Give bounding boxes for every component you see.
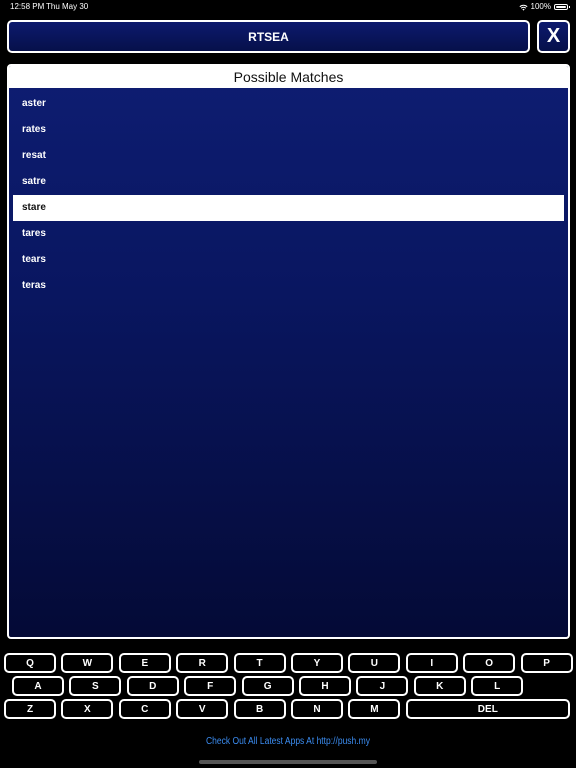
battery-icon [554, 4, 570, 10]
clear-button[interactable]: X [537, 20, 570, 53]
key-e[interactable]: E [118, 653, 171, 673]
word-input-display[interactable]: RTSEA [7, 20, 530, 53]
key-o[interactable]: O [463, 653, 516, 673]
key-w[interactable]: W [61, 653, 114, 673]
matches-panel: Possible Matches aster rates resat satre sta… [7, 64, 570, 639]
key-x[interactable]: X [61, 699, 114, 719]
key-del[interactable]: DEL [405, 699, 570, 719]
key-s[interactable]: S [69, 676, 122, 696]
key-v[interactable]: V [176, 699, 229, 719]
match-item[interactable]: resat [13, 143, 564, 169]
match-item[interactable]: stare [13, 195, 564, 221]
key-m[interactable]: M [348, 699, 401, 719]
key-b[interactable]: B [233, 699, 286, 719]
key-l[interactable]: L [471, 676, 524, 696]
match-item[interactable]: tares [13, 221, 564, 247]
footer-apps-link[interactable]: Check Out All Latest Apps At http://push… [43, 736, 533, 747]
status-time: 12:58 PM [10, 2, 45, 11]
key-r[interactable]: R [176, 653, 229, 673]
match-item[interactable]: aster [13, 91, 564, 117]
key-a[interactable]: A [12, 676, 64, 696]
key-f[interactable]: F [184, 676, 237, 696]
match-item[interactable]: teras [13, 273, 564, 299]
wifi-icon [519, 4, 528, 11]
match-item[interactable]: rates [13, 117, 564, 143]
key-q[interactable]: Q [4, 653, 56, 673]
key-p[interactable]: P [520, 653, 573, 673]
key-i[interactable]: I [405, 653, 458, 673]
match-list: aster rates resat satre stare tares tears teras [9, 88, 568, 299]
home-indicator[interactable] [199, 760, 377, 764]
key-u[interactable]: U [348, 653, 401, 673]
key-h[interactable]: H [299, 676, 351, 696]
matches-header: Possible Matches [9, 66, 568, 88]
key-c[interactable]: C [118, 699, 171, 719]
key-d[interactable]: D [126, 676, 179, 696]
key-z[interactable]: Z [4, 699, 56, 719]
key-j[interactable]: J [356, 676, 409, 696]
match-item[interactable]: tears [13, 247, 564, 273]
key-n[interactable]: N [291, 699, 343, 719]
key-k[interactable]: K [413, 676, 466, 696]
status-date: Thu May 30 [46, 2, 89, 11]
status-right: 100% [519, 0, 570, 14]
key-t[interactable]: T [233, 653, 286, 673]
match-item[interactable]: satre [13, 169, 564, 195]
battery-percent: 100% [530, 2, 551, 11]
status-bar: 12:58 PM Thu May 30 100% [0, 0, 576, 14]
key-g[interactable]: G [241, 676, 294, 696]
key-y[interactable]: Y [291, 653, 343, 673]
